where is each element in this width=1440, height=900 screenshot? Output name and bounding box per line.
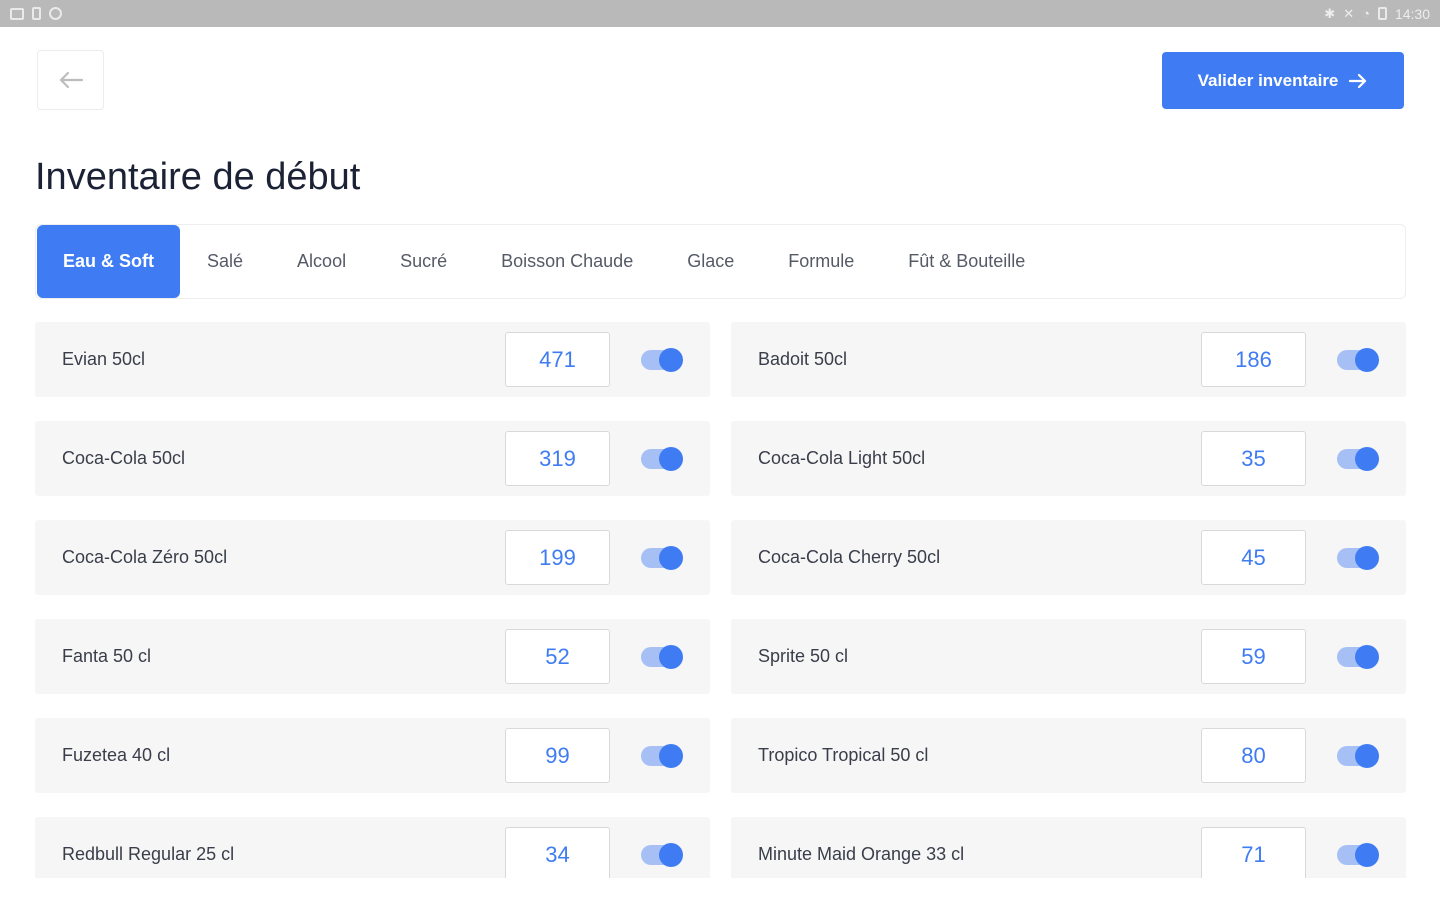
quantity-input[interactable] xyxy=(1201,332,1306,387)
validate-inventory-button[interactable]: Valider inventaire xyxy=(1162,52,1404,109)
gallery-icon xyxy=(10,7,24,20)
enabled-toggle[interactable] xyxy=(641,348,683,372)
quantity-input[interactable] xyxy=(505,530,610,585)
quantity-input[interactable] xyxy=(505,827,610,878)
inventory-row: Redbull Regular 25 cl xyxy=(35,817,710,878)
product-name: Fanta 50 cl xyxy=(62,646,152,666)
status-right: ✱ ✕ ◔ 14:30 xyxy=(1324,6,1430,22)
toggle-knob xyxy=(1355,744,1379,768)
inventory-row: Minute Maid Orange 33 cl xyxy=(731,817,1406,878)
quantity-input[interactable] xyxy=(505,728,610,783)
enabled-toggle[interactable] xyxy=(641,744,683,768)
status-bar: ✱ ✕ ◔ 14:30 xyxy=(0,0,1440,27)
sim-icon xyxy=(32,7,41,20)
toggle-knob xyxy=(1355,447,1379,471)
product-name: Redbull Regular 25 cl xyxy=(62,844,235,864)
enabled-toggle[interactable] xyxy=(1337,546,1379,570)
enabled-toggle[interactable] xyxy=(641,843,683,867)
inventory-row: Tropico Tropical 50 cl xyxy=(731,718,1406,793)
status-time: 14:30 xyxy=(1394,5,1430,22)
quantity-input[interactable] xyxy=(505,431,610,486)
product-name: Coca-Cola Zéro 50cl xyxy=(62,547,228,567)
inventory-row: Coca-Cola 50cl xyxy=(35,421,710,496)
inventory-row: Badoit 50cl xyxy=(731,322,1406,397)
toggle-knob xyxy=(1355,645,1379,669)
toggle-knob xyxy=(659,447,683,471)
toggle-knob xyxy=(659,843,683,867)
quantity-input[interactable] xyxy=(1201,827,1306,878)
inventory-row: Coca-Cola Light 50cl xyxy=(731,421,1406,496)
enabled-toggle[interactable] xyxy=(1337,348,1379,372)
inventory-row: Coca-Cola Cherry 50cl xyxy=(731,520,1406,595)
inventory-row: Coca-Cola Zéro 50cl xyxy=(35,520,710,595)
product-name: Tropico Tropical 50 cl xyxy=(758,745,929,765)
quantity-input[interactable] xyxy=(1201,530,1306,585)
battery-icon xyxy=(1377,7,1387,20)
toggle-knob xyxy=(659,744,683,768)
tab-4[interactable]: Boisson Chaude xyxy=(474,225,660,298)
settings-icon xyxy=(49,7,62,20)
toggle-knob xyxy=(659,645,683,669)
quantity-input[interactable] xyxy=(505,332,610,387)
enabled-toggle[interactable] xyxy=(1337,645,1379,669)
inventory-row: Evian 50cl xyxy=(35,322,710,397)
inventory-row: Sprite 50 cl xyxy=(731,619,1406,694)
enabled-toggle[interactable] xyxy=(1337,744,1379,768)
product-name: Sprite 50 cl xyxy=(758,646,849,666)
quantity-input[interactable] xyxy=(1201,728,1306,783)
quantity-input[interactable] xyxy=(1201,431,1306,486)
category-tabs: Eau & Soft Salé Alcool Sucré Boisson Chaude G… xyxy=(35,224,1406,299)
toggle-knob xyxy=(659,546,683,570)
inventory-grid: Evian 50cl Badoit 50cl Coca-Cola 50cl Coca-… xyxy=(35,322,1406,878)
enabled-toggle[interactable] xyxy=(641,645,683,669)
product-name: Coca-Cola Light 50cl xyxy=(758,448,926,468)
tab-2[interactable]: Alcool xyxy=(270,225,373,298)
product-name: Fuzetea 40 cl xyxy=(62,745,171,765)
quantity-input[interactable] xyxy=(505,629,610,684)
tab-1[interactable]: Salé xyxy=(180,225,270,298)
product-name: Coca-Cola 50cl xyxy=(62,448,186,468)
tab-3[interactable]: Sucré xyxy=(373,225,474,298)
tab-5[interactable]: Glace xyxy=(660,225,761,298)
enabled-toggle[interactable] xyxy=(641,447,683,471)
mute-icon: ✕ xyxy=(1343,6,1355,21)
product-name: Badoit 50cl xyxy=(758,349,848,369)
tab-6[interactable]: Formule xyxy=(761,225,881,298)
enabled-toggle[interactable] xyxy=(1337,843,1379,867)
tab-7[interactable]: Fût & Bouteille xyxy=(881,225,1052,298)
product-name: Evian 50cl xyxy=(62,349,146,369)
arrow-left-icon xyxy=(59,71,83,89)
validate-inventory-label: Valider inventaire xyxy=(1197,70,1339,90)
toggle-knob xyxy=(1355,348,1379,372)
bluetooth-icon: ✱ xyxy=(1324,6,1336,21)
page-title: Inventaire de début xyxy=(35,156,361,198)
toggle-knob xyxy=(1355,546,1379,570)
inventory-row: Fuzetea 40 cl xyxy=(35,718,710,793)
wifi-icon: ◔ xyxy=(1362,6,1370,21)
product-name: Coca-Cola Cherry 50cl xyxy=(758,547,941,567)
product-name: Minute Maid Orange 33 cl xyxy=(758,844,965,864)
status-left xyxy=(10,7,62,20)
back-button[interactable] xyxy=(37,50,104,110)
tab-0[interactable]: Eau & Soft xyxy=(37,225,181,298)
toggle-knob xyxy=(659,348,683,372)
toggle-knob xyxy=(1355,843,1379,867)
inventory-row: Fanta 50 cl xyxy=(35,619,710,694)
arrow-right-icon xyxy=(1349,73,1367,88)
enabled-toggle[interactable] xyxy=(641,546,683,570)
quantity-input[interactable] xyxy=(1201,629,1306,684)
enabled-toggle[interactable] xyxy=(1337,447,1379,471)
